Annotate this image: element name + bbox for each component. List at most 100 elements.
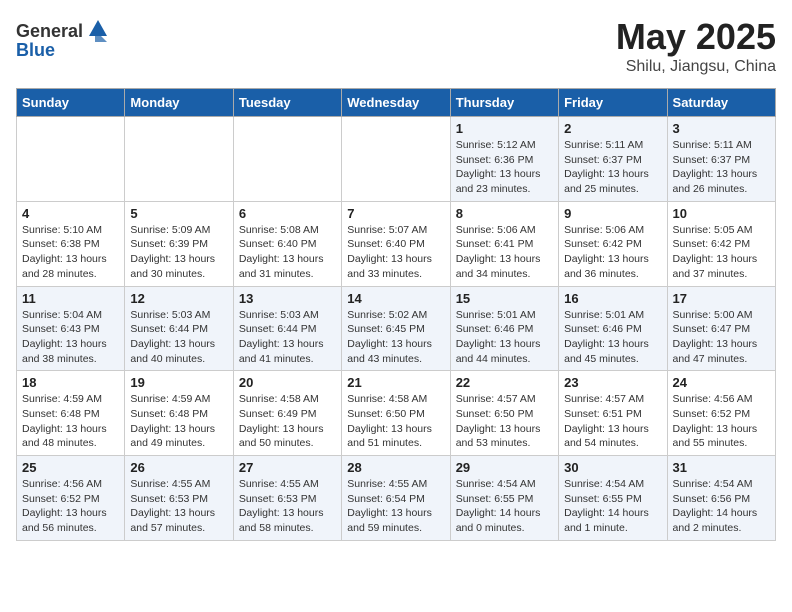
weekday-header-thursday: Thursday (450, 89, 558, 117)
calendar-cell: 21 Sunrise: 4:58 AM Sunset: 6:50 PM Dayli… (342, 371, 450, 456)
weekday-header-friday: Friday (559, 89, 667, 117)
day-info: Sunrise: 4:55 AM Sunset: 6:54 PM Dayligh… (347, 477, 444, 536)
day-number: 22 (456, 375, 553, 390)
day-info: Sunrise: 5:08 AM Sunset: 6:40 PM Dayligh… (239, 223, 336, 282)
weekday-header-saturday: Saturday (667, 89, 775, 117)
day-number: 27 (239, 460, 336, 475)
day-info: Sunrise: 4:54 AM Sunset: 6:56 PM Dayligh… (673, 477, 770, 536)
calendar-cell: 30 Sunrise: 4:54 AM Sunset: 6:55 PM Dayli… (559, 456, 667, 541)
calendar-cell: 12 Sunrise: 5:03 AM Sunset: 6:44 PM Dayli… (125, 286, 233, 371)
calendar-table: SundayMondayTuesdayWednesdayThursdayFrid… (16, 88, 776, 541)
weekday-header-sunday: Sunday (17, 89, 125, 117)
day-info: Sunrise: 5:06 AM Sunset: 6:42 PM Dayligh… (564, 223, 661, 282)
day-number: 30 (564, 460, 661, 475)
weekday-header-wednesday: Wednesday (342, 89, 450, 117)
day-info: Sunrise: 5:00 AM Sunset: 6:47 PM Dayligh… (673, 308, 770, 367)
logo-blue-text: Blue (16, 40, 55, 61)
calendar-cell: 7 Sunrise: 5:07 AM Sunset: 6:40 PM Daylig… (342, 201, 450, 286)
day-info: Sunrise: 4:56 AM Sunset: 6:52 PM Dayligh… (673, 392, 770, 451)
calendar-cell (125, 117, 233, 202)
calendar-cell: 8 Sunrise: 5:06 AM Sunset: 6:41 PM Daylig… (450, 201, 558, 286)
day-info: Sunrise: 4:57 AM Sunset: 6:50 PM Dayligh… (456, 392, 553, 451)
day-info: Sunrise: 4:59 AM Sunset: 6:48 PM Dayligh… (22, 392, 119, 451)
calendar-cell: 31Sunrise: 4:54 AM Sunset: 6:56 PM Dayli… (667, 456, 775, 541)
day-number: 9 (564, 206, 661, 221)
calendar-cell: 14Sunrise: 5:02 AM Sunset: 6:45 PM Dayli… (342, 286, 450, 371)
header: General Blue May 2025 Shilu, Jiangsu, Ch… (16, 16, 776, 76)
weekday-header-tuesday: Tuesday (233, 89, 341, 117)
day-number: 19 (130, 375, 227, 390)
calendar-cell: 28 Sunrise: 4:55 AM Sunset: 6:54 PM Dayli… (342, 456, 450, 541)
logo-general-text: General (16, 21, 83, 42)
calendar-cell: 25 Sunrise: 4:56 AM Sunset: 6:52 PM Dayli… (17, 456, 125, 541)
day-info: Sunrise: 5:01 AM Sunset: 6:46 PM Dayligh… (564, 308, 661, 367)
day-info: Sunrise: 5:12 AM Sunset: 6:36 PM Dayligh… (456, 138, 553, 197)
day-number: 18 (22, 375, 119, 390)
calendar-cell: 10 Sunrise: 5:05 AM Sunset: 6:42 PM Dayli… (667, 201, 775, 286)
day-number: 5 (130, 206, 227, 221)
calendar-cell: 6 Sunrise: 5:08 AM Sunset: 6:40 PM Daylig… (233, 201, 341, 286)
logo-icon (85, 16, 111, 42)
logo: General Blue (16, 16, 111, 61)
day-info: Sunrise: 4:54 AM Sunset: 6:55 PM Dayligh… (564, 477, 661, 536)
calendar-cell: 3 Sunrise: 5:11 AM Sunset: 6:37 PM Daylig… (667, 117, 775, 202)
calendar-cell: 19 Sunrise: 4:59 AM Sunset: 6:48 PM Dayli… (125, 371, 233, 456)
day-number: 7 (347, 206, 444, 221)
day-number: 2 (564, 121, 661, 136)
day-number: 1 (456, 121, 553, 136)
day-number: 12 (130, 291, 227, 306)
weekday-header-row: SundayMondayTuesdayWednesdayThursdayFrid… (17, 89, 776, 117)
calendar-cell: 18 Sunrise: 4:59 AM Sunset: 6:48 PM Dayli… (17, 371, 125, 456)
day-info: Sunrise: 5:06 AM Sunset: 6:41 PM Dayligh… (456, 223, 553, 282)
day-info: Sunrise: 5:11 AM Sunset: 6:37 PM Dayligh… (564, 138, 661, 197)
calendar-week-row: 4 Sunrise: 5:10 AM Sunset: 6:38 PM Daylig… (17, 201, 776, 286)
day-number: 20 (239, 375, 336, 390)
calendar-cell: 15 Sunrise: 5:01 AM Sunset: 6:46 PM Dayli… (450, 286, 558, 371)
calendar-week-row: 11 Sunrise: 5:04 AM Sunset: 6:43 PM Dayli… (17, 286, 776, 371)
month-title: May 2025 (616, 16, 776, 58)
location-title: Shilu, Jiangsu, China (616, 58, 776, 76)
day-number: 21 (347, 375, 444, 390)
day-number: 17 (673, 291, 770, 306)
calendar-week-row: 25 Sunrise: 4:56 AM Sunset: 6:52 PM Dayli… (17, 456, 776, 541)
day-info: Sunrise: 5:10 AM Sunset: 6:38 PM Dayligh… (22, 223, 119, 282)
calendar-cell: 13Sunrise: 5:03 AM Sunset: 6:44 PM Dayli… (233, 286, 341, 371)
day-info: Sunrise: 5:03 AM Sunset: 6:44 PM Dayligh… (130, 308, 227, 367)
day-number: 8 (456, 206, 553, 221)
day-number: 3 (673, 121, 770, 136)
title-area: May 2025 Shilu, Jiangsu, China (616, 16, 776, 76)
calendar-cell: 9 Sunrise: 5:06 AM Sunset: 6:42 PM Daylig… (559, 201, 667, 286)
day-info: Sunrise: 5:01 AM Sunset: 6:46 PM Dayligh… (456, 308, 553, 367)
day-number: 28 (347, 460, 444, 475)
day-info: Sunrise: 4:56 AM Sunset: 6:52 PM Dayligh… (22, 477, 119, 536)
day-info: Sunrise: 5:05 AM Sunset: 6:42 PM Dayligh… (673, 223, 770, 282)
day-info: Sunrise: 4:59 AM Sunset: 6:48 PM Dayligh… (130, 392, 227, 451)
calendar-cell: 24Sunrise: 4:56 AM Sunset: 6:52 PM Dayli… (667, 371, 775, 456)
day-info: Sunrise: 4:54 AM Sunset: 6:55 PM Dayligh… (456, 477, 553, 536)
calendar-cell: 26Sunrise: 4:55 AM Sunset: 6:53 PM Dayli… (125, 456, 233, 541)
calendar-week-row: 18 Sunrise: 4:59 AM Sunset: 6:48 PM Dayli… (17, 371, 776, 456)
calendar-cell: 16Sunrise: 5:01 AM Sunset: 6:46 PM Dayli… (559, 286, 667, 371)
day-info: Sunrise: 5:04 AM Sunset: 6:43 PM Dayligh… (22, 308, 119, 367)
day-info: Sunrise: 5:07 AM Sunset: 6:40 PM Dayligh… (347, 223, 444, 282)
calendar-cell: 11 Sunrise: 5:04 AM Sunset: 6:43 PM Dayli… (17, 286, 125, 371)
calendar-cell: 1 Sunrise: 5:12 AM Sunset: 6:36 PM Daylig… (450, 117, 558, 202)
day-number: 11 (22, 291, 119, 306)
day-number: 23 (564, 375, 661, 390)
weekday-header-monday: Monday (125, 89, 233, 117)
day-number: 4 (22, 206, 119, 221)
day-info: Sunrise: 4:55 AM Sunset: 6:53 PM Dayligh… (239, 477, 336, 536)
day-info: Sunrise: 4:57 AM Sunset: 6:51 PM Dayligh… (564, 392, 661, 451)
day-number: 26 (130, 460, 227, 475)
day-info: Sunrise: 5:11 AM Sunset: 6:37 PM Dayligh… (673, 138, 770, 197)
day-number: 25 (22, 460, 119, 475)
day-number: 15 (456, 291, 553, 306)
calendar-cell: 2 Sunrise: 5:11 AM Sunset: 6:37 PM Daylig… (559, 117, 667, 202)
day-info: Sunrise: 5:09 AM Sunset: 6:39 PM Dayligh… (130, 223, 227, 282)
calendar-cell: 29Sunrise: 4:54 AM Sunset: 6:55 PM Dayli… (450, 456, 558, 541)
calendar-cell (17, 117, 125, 202)
day-info: Sunrise: 4:58 AM Sunset: 6:50 PM Dayligh… (347, 392, 444, 451)
day-info: Sunrise: 5:02 AM Sunset: 6:45 PM Dayligh… (347, 308, 444, 367)
day-number: 10 (673, 206, 770, 221)
day-number: 6 (239, 206, 336, 221)
